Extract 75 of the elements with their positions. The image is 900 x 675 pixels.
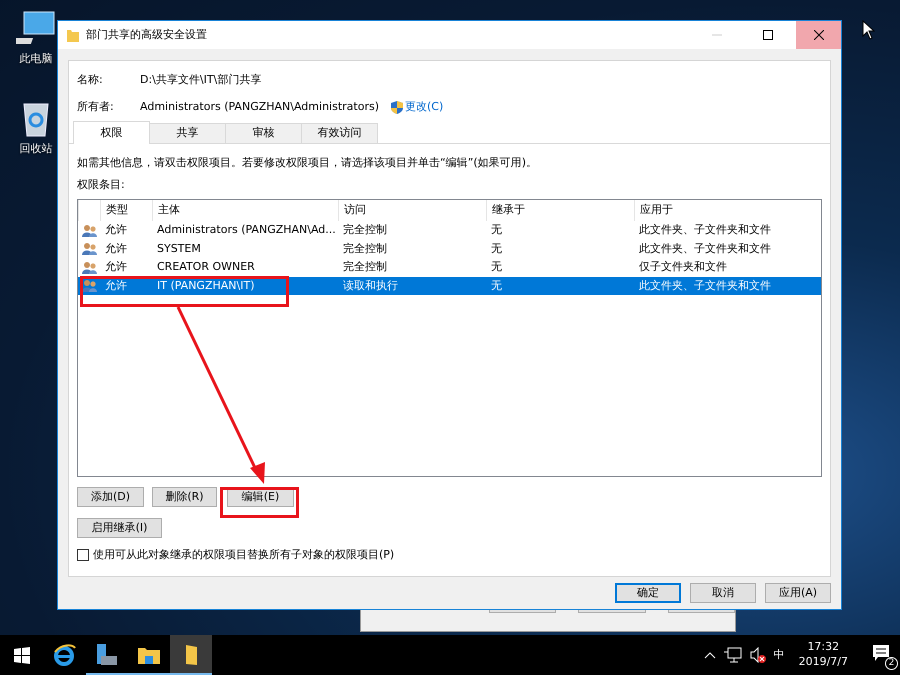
network-icon[interactable] [724,647,742,663]
row-cell-text: 无 [490,222,503,238]
column-header[interactable]: 继承于 [486,200,634,221]
users-icon [82,279,97,292]
row-cell-text: 此文件夹、子文件夹和文件 [638,222,772,238]
list-row[interactable]: 允许 CREATOR OWNER 完全控制 无 仅子文件夹和文件 [78,258,821,276]
list-row[interactable]: 允许 IT (PANGZHAN\IT) 读取和执行 无 此文件夹、子文件夹和文件 [78,276,821,295]
inherit-button[interactable]: 启用继承(I) [77,518,162,538]
server-icon [95,644,119,666]
list-row[interactable]: 允许 Administrators (PANGZHAN\Ad... 完全控制 无 此文件夹、子文件夹和文件 [78,221,821,240]
folder-icon [66,27,80,43]
desktop-icon-label[interactable]: 回收站 [20,141,52,158]
tab[interactable]: 权限 [73,121,150,144]
row-cell-text: 完全控制 [342,240,388,256]
cursor-icon [862,20,875,40]
dialog-button[interactable]: 取消 [690,583,756,603]
row-cell-text: 允许 [104,259,128,275]
dialog-button[interactable]: 确定 [615,583,681,603]
field-label: 所有者: [77,99,115,116]
section-label: 权限条目: [77,176,126,192]
row-cell-text: 允许 [104,222,128,238]
clock-time: 17:32 [807,640,840,655]
field-label: 名称: [77,72,104,88]
row-cell-text: 读取和执行 [342,278,399,294]
tab[interactable]: 审核 [225,123,302,143]
chevron-up-icon[interactable] [704,650,716,660]
column-header[interactable]: 类型 [100,200,152,221]
tab[interactable]: 有效访问 [301,123,378,143]
change-owner-link[interactable]: 更改(C) [405,99,444,116]
close-icon [814,30,824,40]
row-cell-text: 无 [490,259,503,275]
close-button[interactable] [796,21,841,49]
users-icon [82,260,97,274]
taskbar-button[interactable] [170,635,212,675]
checkbox-label[interactable]: 使用可从此对象继承的权限项目替换所有子对象的权限项目(P) [93,547,394,564]
row-cell-text: 仅子文件夹和文件 [638,259,728,275]
tab[interactable]: 共享 [149,123,226,143]
row-cell-text: IT (PANGZHAN\IT) [156,278,256,294]
path-value: D:\共享文件\IT\部门共享 [140,72,262,88]
row-cell-text: 此文件夹、子文件夹和文件 [638,240,772,256]
row-cell-text: 无 [490,278,503,294]
row-cell-text: CREATOR OWNER [156,259,256,275]
users-icon [82,224,97,237]
row-button[interactable]: 添加(D) [77,487,144,507]
start-icon [14,646,30,664]
column-header[interactable]: 访问 [338,200,486,221]
window-title: 部门共享的高级安全设置 [86,26,208,43]
info-text: 如需其他信息，请双击权限项目。若要修改权限项目，请选择该项目并单击“编辑”(如果可用)。 [77,155,538,171]
row-cell-text: SYSTEM [156,240,202,256]
input-method-indicator[interactable]: 中 [774,646,785,664]
dialog-button[interactable]: 应用(A) [765,583,831,603]
maximize-icon [762,30,772,40]
users-icon [82,242,97,256]
row-cell-text: 完全控制 [342,259,388,275]
notifications-icon [872,644,890,662]
row-cell-text: 完全控制 [342,222,388,238]
folder-icon [183,644,199,666]
row-cell-text: 无 [490,240,503,256]
owner-value: Administrators (PANGZHAN\Administrators) [140,99,379,116]
clock[interactable]: 17:32 2019/7/7 [798,640,848,670]
row-cell-text: Administrators (PANGZHAN\Ad... [156,222,337,238]
row-cell-text: 允许 [104,240,128,256]
list-row[interactable]: 允许 SYSTEM 完全控制 无 此文件夹、子文件夹和文件 [78,240,821,258]
column-header[interactable]: 主体 [152,200,338,221]
row-cell-text: 允许 [104,278,128,294]
checkbox[interactable] [77,549,89,562]
clock-date: 2019/7/7 [798,655,848,670]
row-cell-text: 此文件夹、子文件夹和文件 [638,278,772,294]
desktop-icon-label[interactable]: 此电脑 [20,51,52,68]
shield-icon [391,101,403,114]
column-header[interactable]: 应用于 [634,200,821,221]
browser-icon [53,644,77,666]
notification-count: 2 [885,657,898,670]
volume-muted-icon[interactable] [750,647,766,663]
row-button[interactable]: 删除(R) [152,487,217,507]
